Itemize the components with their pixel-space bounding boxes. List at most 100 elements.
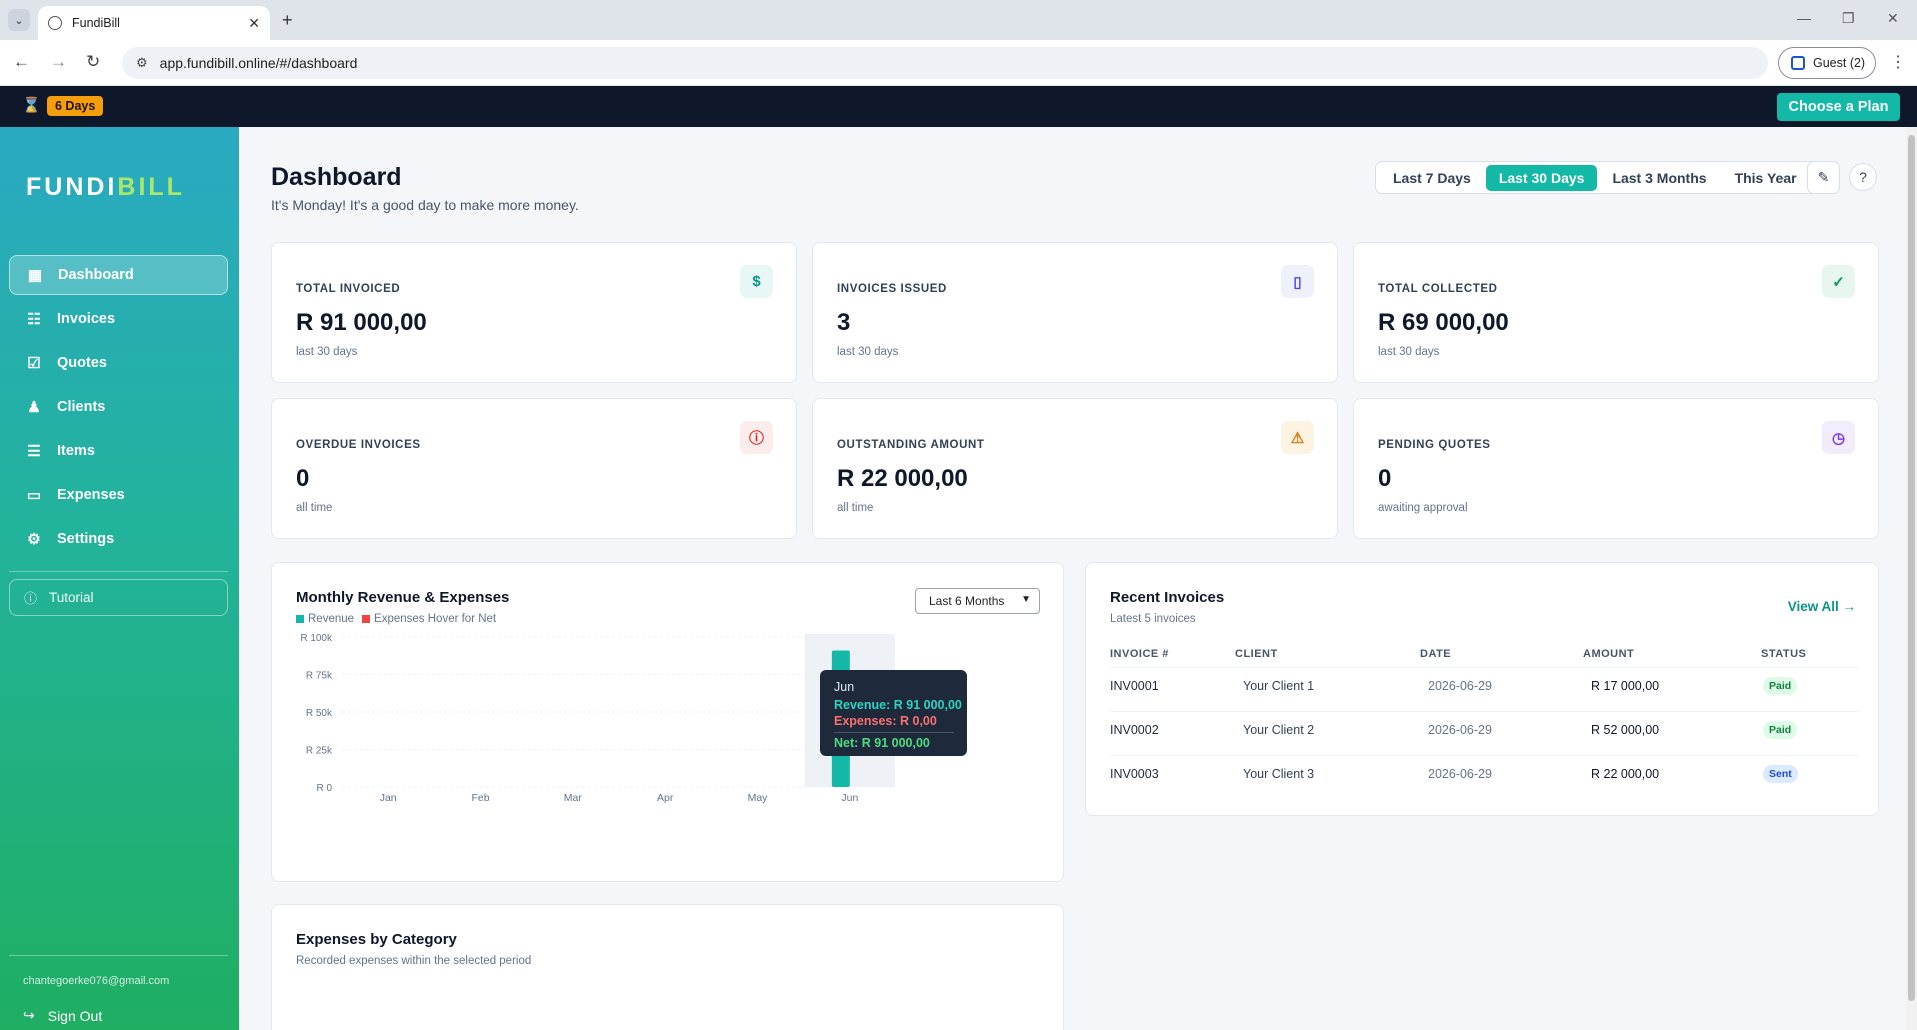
site-settings-icon[interactable]: ⚙ — [136, 55, 148, 71]
profile-label: Guest (2) — [1813, 56, 1866, 70]
url-input[interactable]: ⚙ app.fundibill.online/#/dashboard — [122, 47, 1768, 79]
restore-icon[interactable]: ❐ — [1842, 10, 1855, 27]
tab-search-icon[interactable]: ⌄ — [8, 9, 30, 31]
stat-value: R 22 000,00 — [837, 465, 968, 492]
alert-circle-icon: ⓘ — [740, 421, 773, 454]
scrollbar-thumb[interactable] — [1908, 135, 1915, 1001]
invoice-date: 2026-06-29 — [1428, 767, 1492, 781]
tab-title: FundiBill — [72, 16, 120, 30]
sidebar-item-invoices[interactable]: ☷ Invoices — [9, 299, 228, 339]
tooltip-net: Net: R 91 000,00 — [834, 736, 930, 750]
profile-button[interactable]: Guest (2) — [1778, 47, 1876, 79]
invoice-client: Your Client 3 — [1243, 767, 1315, 781]
tooltip-divider — [834, 732, 954, 733]
trial-days-badge: 6 Days — [47, 96, 104, 116]
status-badge: Paid — [1763, 677, 1798, 695]
y-tick-label: R 75k — [306, 671, 333, 682]
invoice-date: 2026-06-29 — [1428, 679, 1492, 693]
stat-value: 3 — [837, 309, 851, 336]
help-button[interactable]: ? — [1849, 163, 1877, 191]
stat-label: OUTSTANDING AMOUNT — [837, 439, 985, 451]
y-tick-label: R 25k — [306, 746, 333, 757]
edit-dashboard-button[interactable]: ✎ — [1807, 161, 1840, 194]
back-icon[interactable]: ← — [13, 52, 30, 72]
x-tick-label: Mar — [564, 792, 583, 804]
forward-icon[interactable]: → — [50, 52, 67, 72]
close-window-icon[interactable]: ✕ — [1887, 10, 1899, 27]
sidebar-item-dashboard[interactable]: ▦ Dashboard — [9, 255, 228, 295]
clock-icon: ◷ — [1822, 421, 1855, 454]
stat-label: TOTAL COLLECTED — [1378, 283, 1498, 295]
question-icon: ? — [1859, 169, 1867, 185]
stat-card-overdue-invoices: OVERDUE INVOICES 0 all time ⓘ — [271, 398, 797, 539]
browser-tab[interactable]: FundiBill ✕ — [38, 6, 270, 40]
sidebar-item-label: Clients — [57, 399, 106, 415]
globe-icon — [48, 16, 62, 30]
sign-out-button[interactable]: ↪ Sign Out — [23, 1007, 102, 1024]
url-text: app.fundibill.online/#/dashboard — [159, 55, 358, 71]
reload-icon[interactable]: ↻ — [86, 52, 100, 72]
tutorial-button[interactable]: ⓘ Tutorial — [9, 579, 228, 616]
invoice-number: INV0002 — [1110, 723, 1159, 737]
sidebar-item-expenses[interactable]: ▭ Expenses — [9, 475, 228, 515]
sidebar-item-quotes[interactable]: ☑ Quotes — [9, 343, 228, 383]
sidebar-footer-divider — [9, 955, 228, 956]
close-tab-icon[interactable]: ✕ — [248, 15, 260, 32]
sidebar-item-label: Dashboard — [58, 267, 134, 283]
stat-label: PENDING QUOTES — [1378, 439, 1491, 451]
table-row[interactable]: INV0002 Your Client 2 2026-06-29 R 52 00… — [1110, 711, 1859, 747]
range-last-7-days[interactable]: Last 7 Days — [1380, 165, 1484, 191]
tooltip-month: Jun — [834, 680, 855, 694]
invoice-client: Your Client 1 — [1243, 679, 1315, 693]
recent-invoices-subtitle: Latest 5 invoices — [1110, 613, 1196, 625]
stat-value: R 69 000,00 — [1378, 309, 1509, 336]
trial-banner: ⌛ 6 Days Choose a Plan — [0, 86, 1917, 127]
help-circle-icon: ⓘ — [24, 591, 38, 606]
sidebar-item-clients[interactable]: ♟ Clients — [9, 387, 228, 427]
expenses-by-category-card: Expenses by Category Recorded expenses w… — [271, 904, 1064, 1030]
range-last-30-days[interactable]: Last 30 Days — [1485, 164, 1598, 191]
invoice-amount: R 17 000,00 — [1591, 679, 1660, 693]
stat-sub: awaiting approval — [1378, 502, 1468, 514]
invoice-number: INV0003 — [1110, 767, 1159, 781]
stat-sub: all time — [296, 502, 333, 514]
browser-menu-icon[interactable]: ⋮ — [1890, 52, 1906, 72]
stat-label: INVOICES ISSUED — [837, 283, 947, 295]
stat-sub: last 30 days — [837, 346, 899, 358]
document-icon: ☷ — [27, 311, 41, 328]
col-header-date: DATE — [1420, 648, 1452, 660]
stat-card-outstanding-amount: OUTSTANDING AMOUNT R 22 000,00 all time … — [812, 398, 1338, 539]
credit-card-icon: ▭ — [26, 487, 42, 504]
sidebar-item-items[interactable]: ☰ Items — [9, 431, 228, 471]
sidebar-item-label: Invoices — [57, 311, 116, 327]
table-row[interactable]: INV0001 Your Client 1 2026-06-29 R 17 00… — [1110, 667, 1859, 703]
invoice-amount: R 52 000,00 — [1591, 723, 1660, 737]
user-email: chantegoerke076@gmail.com — [23, 975, 170, 987]
sign-out-label: Sign Out — [47, 1007, 103, 1024]
stat-card-pending-quotes: PENDING QUOTES 0 awaiting approval ◷ — [1353, 398, 1879, 539]
minimize-icon[interactable]: — — [1797, 10, 1811, 26]
table-row[interactable]: INV0003 Your Client 3 2026-06-29 R 22 00… — [1110, 755, 1859, 791]
page-scrollbar[interactable] — [1906, 127, 1917, 1030]
col-header-invoice: INVOICE # — [1110, 648, 1169, 660]
range-this-year[interactable]: This Year — [1722, 165, 1810, 191]
sidebar: FUNDIBILL ▦ Dashboard ☷ Invoices ☑ Quote… — [0, 127, 239, 1030]
range-last-3-months[interactable]: Last 3 Months — [1599, 165, 1719, 191]
choose-plan-button[interactable]: Choose a Plan — [1777, 93, 1900, 121]
brand-logo[interactable]: FUNDIBILL — [26, 173, 185, 202]
sign-out-icon: ↪ — [23, 1007, 35, 1023]
stat-label: OVERDUE INVOICES — [296, 439, 421, 451]
edit-icon: ✎ — [1817, 169, 1830, 185]
sidebar-item-settings[interactable]: ⚙ Settings — [9, 519, 228, 559]
invoice-number: INV0001 — [1110, 679, 1159, 693]
stat-value: 0 — [1378, 465, 1392, 492]
browser-tab-bar: ⌄ FundiBill ✕ + — ❐ ✕ — [0, 0, 1917, 40]
grid-icon: ▦ — [27, 267, 43, 284]
x-tick-label: May — [748, 792, 769, 804]
sidebar-item-label: Items — [57, 443, 95, 459]
new-tab-icon[interactable]: + — [282, 10, 293, 31]
col-header-status: STATUS — [1761, 648, 1807, 660]
view-all-link[interactable]: View All → — [1788, 599, 1856, 614]
stat-sub: last 30 days — [1378, 346, 1440, 358]
stat-sub: last 30 days — [296, 346, 358, 358]
